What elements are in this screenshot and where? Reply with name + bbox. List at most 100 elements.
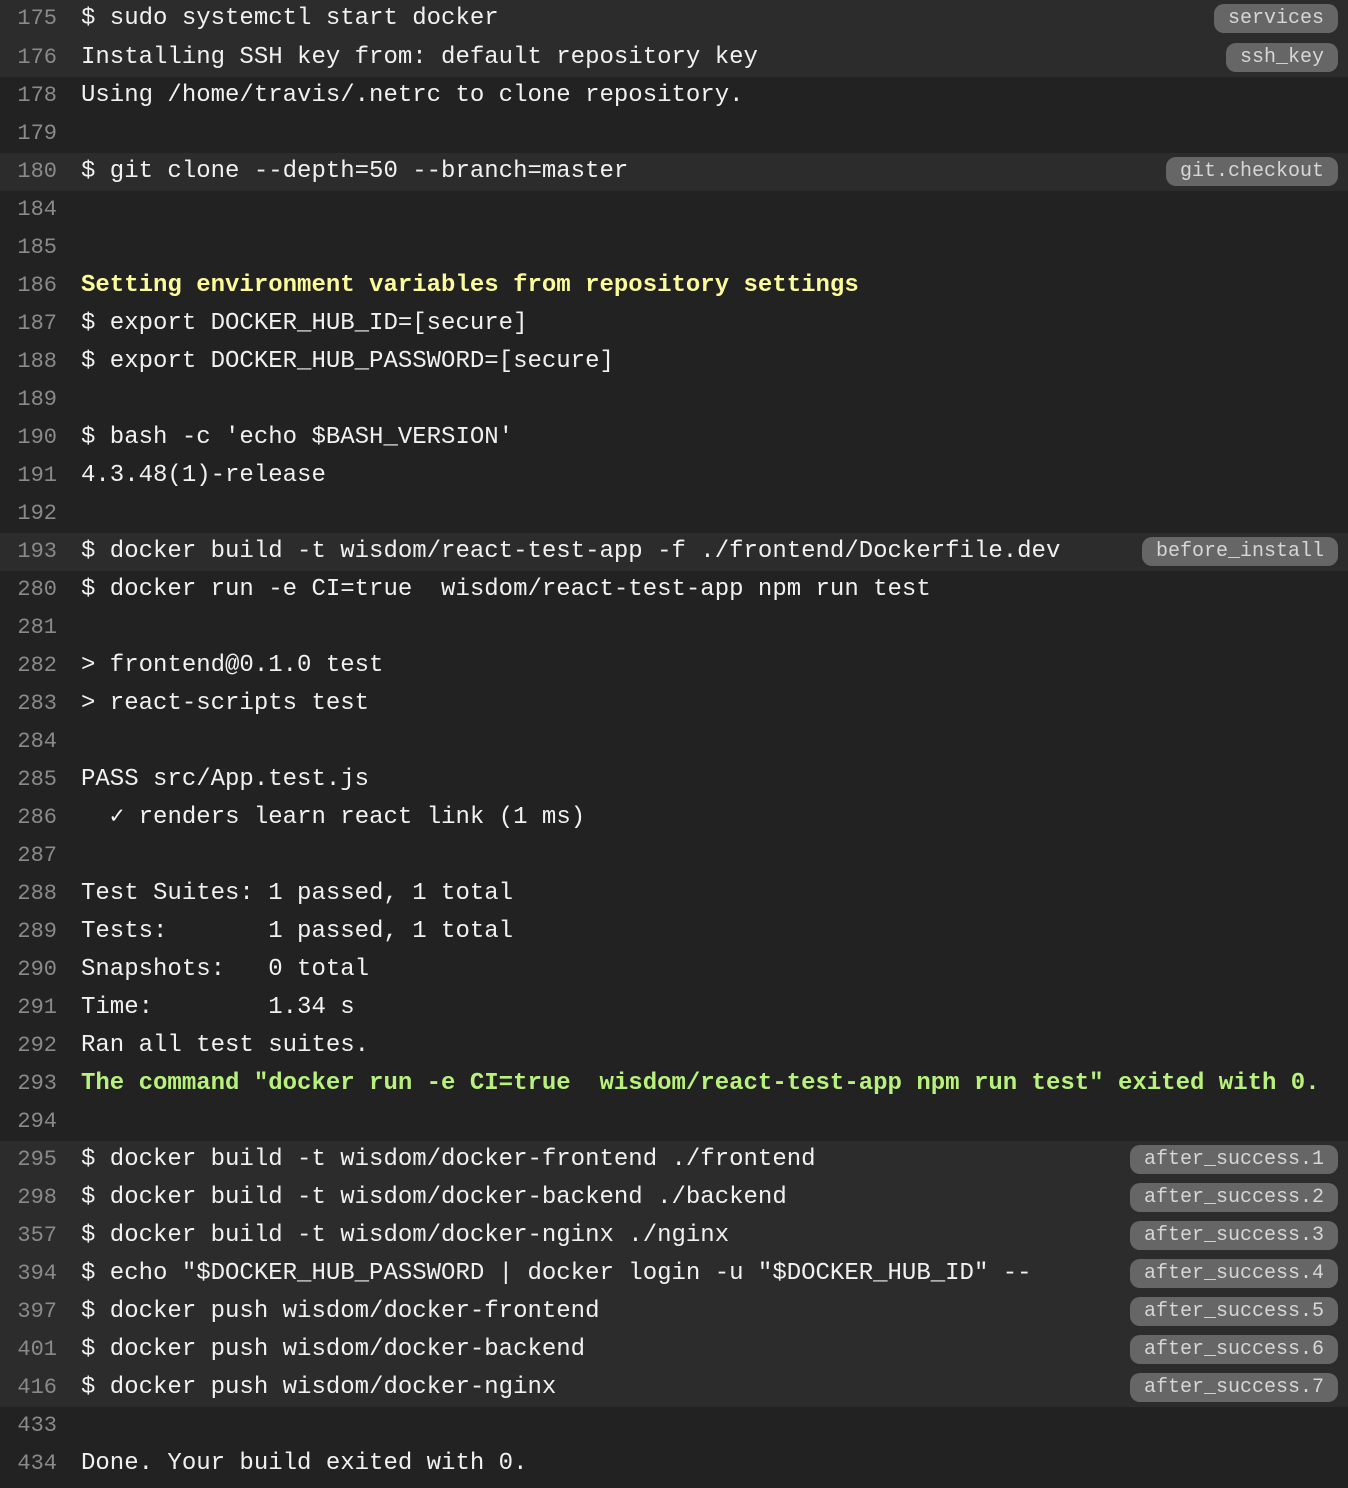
log-line: 192 (0, 495, 1348, 533)
log-line: 286 ✓ renders learn react link (1 ms) (0, 799, 1348, 837)
line-number[interactable]: 285 (0, 761, 57, 799)
line-number[interactable]: 286 (0, 799, 57, 837)
line-number[interactable]: 294 (0, 1103, 57, 1141)
fold-label-badge[interactable]: git.checkout (1165, 157, 1338, 186)
log-fold-line[interactable]: 175 $ sudo systemctl start docker services (0, 0, 1348, 39)
log-text: $ echo "$DOCKER_HUB_PASSWORD | docker lo… (81, 1260, 1032, 1287)
fold-label-badge[interactable]: after_success.5 (1129, 1297, 1338, 1326)
log-line: 184 (0, 191, 1348, 229)
line-number[interactable]: 291 (0, 989, 57, 1027)
fold-label-badge[interactable]: after_success.6 (1129, 1335, 1338, 1364)
line-number[interactable]: 295 (0, 1141, 57, 1179)
line-number[interactable]: 433 (0, 1407, 57, 1445)
line-number[interactable]: 175 (0, 0, 57, 37)
log-line: 288 Test Suites: 1 passed, 1 total (0, 875, 1348, 913)
line-number[interactable]: 187 (0, 305, 57, 343)
line-number[interactable]: 282 (0, 647, 57, 685)
line-number[interactable]: 357 (0, 1217, 57, 1255)
log-text: $ docker build -t wisdom/react-test-app … (81, 538, 1061, 565)
log-text: PASS src/App.test.js (81, 766, 370, 793)
log-line: 290 Snapshots: 0 total (0, 951, 1348, 989)
line-number[interactable]: 284 (0, 723, 57, 761)
line-number[interactable]: 397 (0, 1293, 57, 1331)
log-line: 433 (0, 1407, 1348, 1445)
line-number[interactable]: 292 (0, 1027, 57, 1065)
line-number[interactable]: 394 (0, 1255, 57, 1293)
line-number[interactable]: 281 (0, 609, 57, 647)
line-number[interactable]: 416 (0, 1369, 57, 1407)
fold-label-badge[interactable]: before_install (1141, 537, 1338, 566)
log-fold-line[interactable]: 416 $ docker push wisdom/docker-nginx afte… (0, 1369, 1348, 1407)
line-number[interactable]: 287 (0, 837, 57, 875)
line-number[interactable]: 192 (0, 495, 57, 533)
log-line: 186 Setting environment variables from re… (0, 267, 1348, 305)
line-number[interactable]: 191 (0, 457, 57, 495)
line-number[interactable]: 179 (0, 115, 57, 153)
log-line: 179 (0, 115, 1348, 153)
line-number[interactable]: 280 (0, 571, 57, 609)
log-text: $ docker build -t wisdom/docker-frontend… (81, 1146, 816, 1173)
log-text: $ export DOCKER_HUB_PASSWORD=[secure] (81, 348, 614, 375)
log-text: Using /home/travis/.netrc to clone repos… (81, 82, 744, 109)
line-number[interactable]: 401 (0, 1331, 57, 1369)
log-text: $ bash -c 'echo $BASH_VERSION' (81, 424, 514, 451)
fold-label-badge[interactable]: after_success.2 (1129, 1183, 1338, 1212)
line-number[interactable]: 193 (0, 533, 57, 571)
log-fold-line[interactable]: 176 Installing SSH key from: default repo… (0, 39, 1348, 77)
line-number[interactable]: 189 (0, 381, 57, 419)
line-number[interactable]: 283 (0, 685, 57, 723)
log-line: 287 (0, 837, 1348, 875)
log-text: Installing SSH key from: default reposit… (81, 44, 758, 71)
log-text: $ sudo systemctl start docker (81, 5, 499, 32)
fold-label-badge[interactable]: after_success.1 (1129, 1145, 1338, 1174)
log-text: > react-scripts test (81, 690, 370, 717)
line-number[interactable]: 184 (0, 191, 57, 229)
log-text: Time: 1.34 s (81, 994, 355, 1021)
log-text: $ docker push wisdom/docker-backend (81, 1336, 586, 1363)
log-text: Snapshots: 0 total (81, 956, 370, 983)
line-number[interactable]: 188 (0, 343, 57, 381)
log-line: 289 Tests: 1 passed, 1 total (0, 913, 1348, 951)
line-number[interactable]: 298 (0, 1179, 57, 1217)
log-line: 178 Using /home/travis/.netrc to clone re… (0, 77, 1348, 115)
line-number[interactable]: 293 (0, 1065, 57, 1103)
line-number[interactable]: 185 (0, 229, 57, 267)
line-number[interactable]: 434 (0, 1445, 57, 1483)
log-text: Test Suites: 1 passed, 1 total (81, 880, 514, 907)
line-number[interactable]: 190 (0, 419, 57, 457)
fold-label-badge[interactable]: ssh_key (1225, 43, 1338, 72)
line-number[interactable]: 289 (0, 913, 57, 951)
log-line: 191 4.3.48(1)-release (0, 457, 1348, 495)
log-fold-line[interactable]: 298 $ docker build -t wisdom/docker-backe… (0, 1179, 1348, 1217)
log-text: $ docker push wisdom/docker-frontend (81, 1298, 600, 1325)
log-line: 285 PASS src/App.test.js (0, 761, 1348, 799)
line-number[interactable]: 290 (0, 951, 57, 989)
log-line: 190 $ bash -c 'echo $BASH_VERSION' (0, 419, 1348, 457)
log-line: 291 Time: 1.34 s (0, 989, 1348, 1027)
log-fold-line[interactable]: 295 $ docker build -t wisdom/docker-front… (0, 1141, 1348, 1179)
fold-label-badge[interactable]: after_success.4 (1129, 1259, 1338, 1288)
log-text: $ docker build -t wisdom/docker-backend … (81, 1184, 787, 1211)
log-line: 434 Done. Your build exited with 0. (0, 1445, 1348, 1483)
log-line: 284 (0, 723, 1348, 761)
log-line: 189 (0, 381, 1348, 419)
line-number[interactable]: 186 (0, 267, 57, 305)
fold-label-badge[interactable]: after_success.7 (1129, 1373, 1338, 1402)
log-text: ✓ renders learn react link (1 ms) (81, 804, 586, 831)
fold-label-badge[interactable]: after_success.3 (1129, 1221, 1338, 1250)
log-text: $ docker run -e CI=true wisdom/react-tes… (81, 576, 931, 603)
log-fold-line[interactable]: 394 $ echo "$DOCKER_HUB_PASSWORD | docker… (0, 1255, 1348, 1293)
log-line: 283 > react-scripts test (0, 685, 1348, 723)
line-number[interactable]: 178 (0, 77, 57, 115)
line-number[interactable]: 180 (0, 153, 57, 191)
log-fold-line[interactable]: 193 $ docker build -t wisdom/react-test-a… (0, 533, 1348, 571)
line-number[interactable]: 176 (0, 39, 57, 77)
log-fold-line[interactable]: 180 $ git clone --depth=50 --branch=maste… (0, 153, 1348, 191)
log-text: $ export DOCKER_HUB_ID=[secure] (81, 310, 528, 337)
line-number[interactable]: 288 (0, 875, 57, 913)
log-text: Ran all test suites. (81, 1032, 370, 1059)
fold-label-badge[interactable]: services (1213, 4, 1338, 33)
log-fold-line[interactable]: 397 $ docker push wisdom/docker-frontend a… (0, 1293, 1348, 1331)
log-fold-line[interactable]: 357 $ docker build -t wisdom/docker-nginx… (0, 1217, 1348, 1255)
log-fold-line[interactable]: 401 $ docker push wisdom/docker-backend af… (0, 1331, 1348, 1369)
